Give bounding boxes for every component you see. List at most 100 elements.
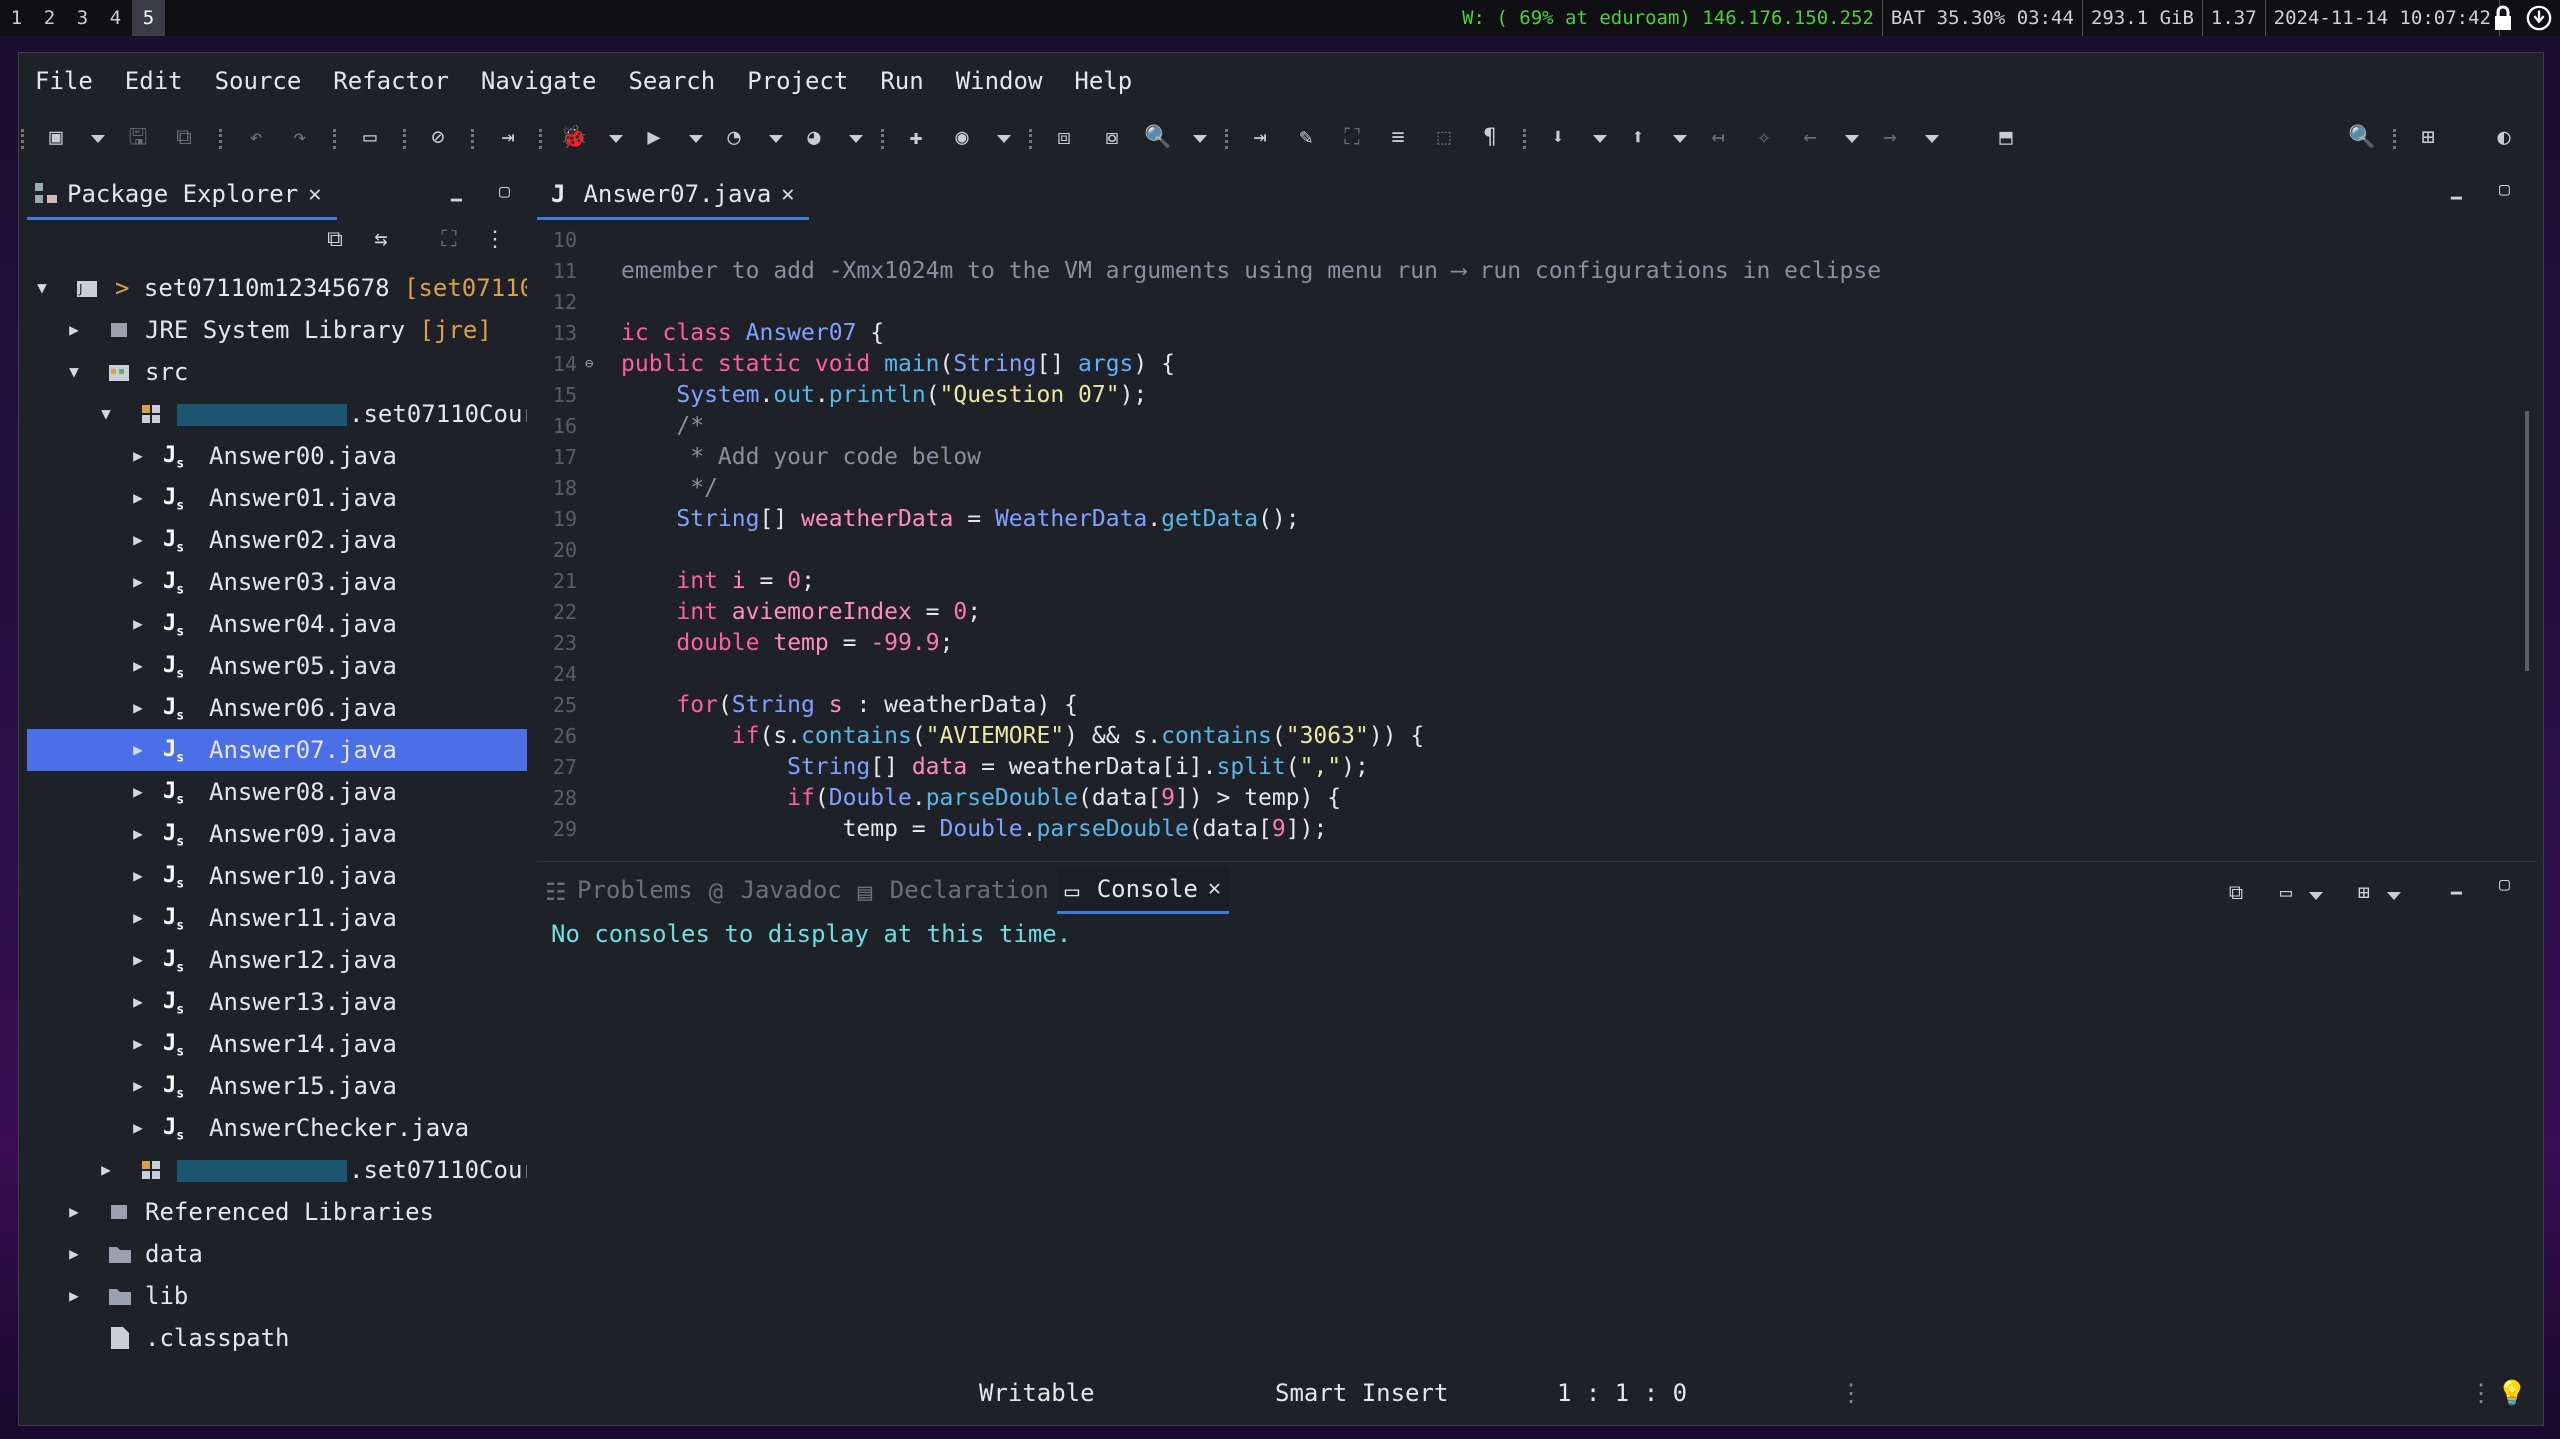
maximize-icon[interactable]: ▢ (2499, 874, 2519, 895)
lock-icon[interactable] (2490, 4, 2516, 32)
next-annotation-dropdown-icon[interactable] (1593, 135, 1607, 143)
tree-item-file[interactable]: ▶ Js Answer11.java (27, 897, 527, 939)
step-icon[interactable]: ⇥ (493, 123, 523, 153)
collapsed-arrow-icon[interactable]: ▶ (129, 435, 147, 477)
run-icon[interactable]: ▶ (639, 123, 669, 153)
menu-refactor[interactable]: Refactor (317, 67, 465, 95)
tree-item-file[interactable]: ▶ Js Answer03.java (27, 561, 527, 603)
tree-item-file[interactable]: ▶ Js Answer05.java (27, 645, 527, 687)
menu-window[interactable]: Window (940, 67, 1059, 95)
new-icon[interactable]: ▣ (41, 123, 71, 153)
collapsed-arrow-icon[interactable]: ▶ (65, 1233, 83, 1275)
menu-source[interactable]: Source (199, 67, 318, 95)
collapsed-arrow-icon[interactable]: ▶ (129, 1107, 147, 1149)
link-with-editor-icon[interactable]: ⇆ (367, 227, 395, 255)
tip-lightbulb-icon[interactable]: 💡 (2497, 1379, 2527, 1407)
collapsed-arrow-icon[interactable]: ▶ (129, 981, 147, 1023)
tree-item-file[interactable]: ▶ Js Answer07.java (27, 729, 527, 771)
tab-problems[interactable]: ☷ Problems (537, 868, 701, 912)
maximize-icon[interactable]: ▢ (499, 181, 519, 202)
collapsed-arrow-icon[interactable]: ▶ (129, 645, 147, 687)
open-perspective-icon[interactable]: ⊞ (2413, 123, 2443, 153)
tree-item-file[interactable]: ▶ Js Answer12.java (27, 939, 527, 981)
view-menu-icon[interactable]: ⋮ (481, 227, 509, 255)
menu-run[interactable]: Run (864, 67, 939, 95)
collapsed-arrow-icon[interactable]: ▶ (65, 1275, 83, 1317)
collapsed-arrow-icon[interactable]: ▶ (129, 1065, 147, 1107)
pen-icon[interactable]: ✎ (1291, 123, 1321, 153)
maximize-view-icon[interactable]: ⬒ (1991, 123, 2021, 153)
tab-console[interactable]: ▭ Console ✕ (1056, 866, 1230, 914)
menu-file[interactable]: File (19, 67, 109, 95)
collapsed-arrow-icon[interactable]: ▶ (129, 771, 147, 813)
external-tools-dropdown-icon[interactable] (849, 135, 863, 143)
fold-icon[interactable]: ⊖ (585, 349, 593, 380)
close-icon[interactable]: ✕ (1208, 876, 1221, 901)
save-all-icon[interactable]: ⧉ (169, 123, 199, 153)
search-dropdown-icon[interactable] (1193, 135, 1207, 143)
next-annotation-icon[interactable]: ⬇ (1543, 123, 1573, 153)
open-type-icon[interactable]: ⧈ (1049, 123, 1079, 153)
collapsed-arrow-icon[interactable]: ▶ (129, 603, 147, 645)
code-editor[interactable]: 10 11 emember to add -Xmx1024m to the VM … (537, 225, 2527, 841)
tab-package-explorer[interactable]: Package Explorer ✕ (27, 171, 337, 220)
workspace-4[interactable]: 4 (99, 0, 132, 36)
block-select-icon[interactable]: ⬚ (1429, 123, 1459, 153)
tree-item-file[interactable]: ▶ Js Answer00.java (27, 435, 527, 477)
quick-access-search-icon[interactable]: 🔍 (2347, 123, 2377, 153)
tree-item-package[interactable]: ▶ .set07110Cours (27, 1149, 527, 1191)
close-icon[interactable]: ✕ (308, 182, 321, 207)
minimize-icon[interactable]: ▁ (2451, 179, 2471, 200)
expand-arrow-icon[interactable]: ▼ (65, 351, 83, 393)
run-dropdown-icon[interactable] (689, 135, 703, 143)
prev-annotation-dropdown-icon[interactable] (1673, 135, 1687, 143)
whitespace-icon[interactable]: ¶ (1475, 123, 1505, 153)
workspace-3[interactable]: 3 (66, 0, 99, 36)
open-console-icon[interactable]: ⊞ (2351, 880, 2377, 906)
new-java-project-icon[interactable]: ✚ (901, 123, 931, 153)
collapsed-arrow-icon[interactable]: ▶ (129, 561, 147, 603)
collapse-all-icon[interactable]: ⧉ (321, 227, 349, 255)
collapsed-arrow-icon[interactable]: ▶ (129, 729, 147, 771)
tree-item-file[interactable]: ▶ Js Answer08.java (27, 771, 527, 813)
focus-icon[interactable]: ⛶ (435, 227, 463, 255)
tree-item-lib-folder[interactable]: ▶ lib (27, 1275, 527, 1317)
workspace-5[interactable]: 5 (132, 0, 165, 36)
prev-annotation-icon[interactable]: ⬆ (1623, 123, 1653, 153)
tree-item-src[interactable]: ▼ src (27, 351, 527, 393)
editor-scrollbar[interactable] (2525, 411, 2529, 671)
menu-navigate[interactable]: Navigate (465, 67, 613, 95)
collapsed-arrow-icon[interactable]: ▶ (129, 1023, 147, 1065)
tree-item-file[interactable]: ▶ Js Answer13.java (27, 981, 527, 1023)
coverage-dropdown-icon[interactable] (769, 135, 783, 143)
tree-item-package[interactable]: ▼ .set07110Cours (27, 393, 527, 435)
tree-item-file[interactable]: ▶ Js Answer15.java (27, 1065, 527, 1107)
tree-item-data-folder[interactable]: ▶ data (27, 1233, 527, 1275)
back-dropdown-icon[interactable] (1845, 135, 1859, 143)
maximize-icon[interactable]: ▢ (2499, 179, 2519, 200)
coverage-icon[interactable]: ◔ (719, 123, 749, 153)
workspace-2[interactable]: 2 (33, 0, 66, 36)
tree-item-file[interactable]: ▶ Js Answer02.java (27, 519, 527, 561)
forward-icon[interactable]: → (1875, 123, 1905, 153)
open-task-icon[interactable]: ⧇ (1097, 123, 1127, 153)
collapsed-arrow-icon[interactable]: ▶ (65, 309, 83, 351)
close-icon[interactable]: ✕ (781, 182, 794, 207)
last-edit-icon[interactable]: ↤ (1703, 123, 1733, 153)
collapsed-arrow-icon[interactable]: ▶ (129, 687, 147, 729)
collapsed-arrow-icon[interactable]: ▶ (129, 813, 147, 855)
menu-help[interactable]: Help (1058, 67, 1148, 95)
display-console-dropdown-icon[interactable] (2309, 892, 2323, 900)
collapsed-arrow-icon[interactable]: ▶ (129, 897, 147, 939)
tree-item-file[interactable]: ▶ Js Answer04.java (27, 603, 527, 645)
display-console-icon[interactable]: ▭ (2273, 880, 2299, 906)
minimize-icon[interactable]: ▁ (2451, 874, 2471, 895)
collapsed-arrow-icon[interactable]: ▶ (129, 939, 147, 981)
undo-icon[interactable]: ↶ (241, 123, 271, 153)
word-wrap-icon[interactable]: ≡ (1383, 123, 1413, 153)
new-class-dropdown-icon[interactable] (997, 135, 1011, 143)
expand-arrow-icon[interactable]: ▼ (97, 393, 115, 435)
forward-dropdown-icon[interactable] (1925, 135, 1939, 143)
menu-search[interactable]: Search (612, 67, 731, 95)
tree-item-referenced-libraries[interactable]: ▶ Referenced Libraries (27, 1191, 527, 1233)
